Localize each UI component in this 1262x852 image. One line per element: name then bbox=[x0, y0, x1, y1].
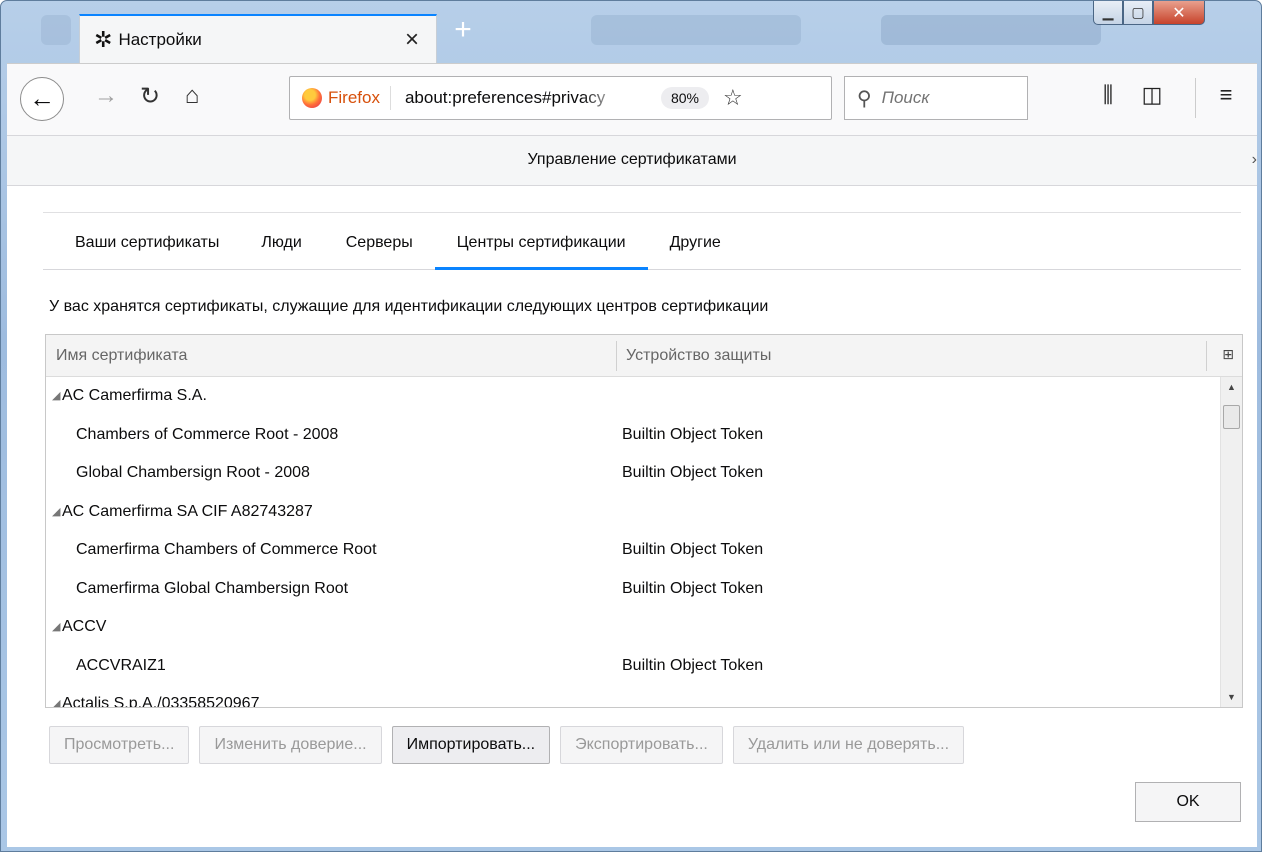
column-header-name[interactable]: Имя сертификата bbox=[56, 335, 187, 377]
description-text: У вас хранятся сертификаты, служащие для… bbox=[49, 298, 769, 315]
navigation-toolbar: ← → ↻ ⌂ Firefox about:preferences#privac… bbox=[7, 63, 1257, 135]
background-decoration bbox=[41, 15, 71, 45]
tab-others[interactable]: Другие bbox=[648, 213, 743, 270]
reload-icon: ↻ bbox=[139, 83, 161, 110]
hamburger-menu-icon[interactable]: ≡ bbox=[1211, 82, 1241, 108]
export-button[interactable]: Экспортировать... bbox=[560, 726, 723, 764]
certificate-tabs: Ваши сертификаты Люди Серверы Центры сер… bbox=[43, 212, 1241, 270]
browser-tab-settings[interactable]: ✲ Настройки × bbox=[79, 14, 437, 64]
twisty-icon[interactable]: ◢ bbox=[52, 608, 60, 646]
view-button[interactable]: Просмотреть... bbox=[49, 726, 190, 764]
edit-trust-button[interactable]: Изменить доверие... bbox=[199, 726, 382, 764]
cert-device: Builtin Object Token bbox=[622, 464, 764, 481]
tree-header: Имя сертификата Устройство защиты ⊞ bbox=[46, 335, 1242, 377]
tab-your-certificates[interactable]: Ваши сертификаты bbox=[43, 213, 239, 270]
cert-name: Global Chambersign Root - 2008 bbox=[76, 464, 310, 481]
new-tab-button[interactable]: + bbox=[447, 15, 479, 47]
tree-row[interactable]: Chambers of Commerce Root - 2008 Builtin… bbox=[46, 416, 1218, 455]
tab-authorities[interactable]: Центры сертификации bbox=[434, 213, 648, 270]
home-icon: ⌂ bbox=[184, 82, 200, 109]
library-icon[interactable]: ⫼ bbox=[1093, 82, 1123, 108]
home-button[interactable]: ⌂ bbox=[177, 82, 207, 110]
identity-label: Firefox bbox=[328, 86, 391, 110]
cert-device: Builtin Object Token bbox=[622, 425, 764, 443]
tab-people[interactable]: Люди bbox=[239, 213, 323, 270]
certificate-tree: Имя сертификата Устройство защиты ⊞ ◢ AC… bbox=[45, 334, 1243, 708]
bookmark-star-icon[interactable]: ☆ bbox=[723, 85, 743, 111]
url-text[interactable]: about:preferences#privacy bbox=[405, 88, 625, 108]
gear-icon: ✲ bbox=[94, 27, 113, 52]
tab-title: Настройки bbox=[118, 30, 202, 49]
search-placeholder: Поиск bbox=[881, 88, 930, 107]
maximize-button[interactable]: ▢ bbox=[1123, 1, 1153, 25]
tree-group-row[interactable]: ◢ AC Camerfirma S.A. bbox=[46, 377, 1218, 416]
scroll-down-arrow-icon[interactable]: ▼ bbox=[1221, 687, 1242, 707]
back-button[interactable]: ← bbox=[20, 77, 64, 121]
tree-group-row[interactable]: ◢ AC Camerfirma SA CIF A82743287 bbox=[46, 493, 1218, 532]
url-bar[interactable]: Firefox about:preferences#privacy 80% ☆ bbox=[289, 76, 832, 120]
twisty-icon[interactable]: ◢ bbox=[52, 377, 60, 415]
twisty-icon[interactable]: ◢ bbox=[52, 493, 60, 531]
dialog-header: Управление сертификатами › bbox=[7, 136, 1257, 186]
forward-button[interactable]: → bbox=[91, 82, 121, 110]
column-picker-icon[interactable]: ⊞ bbox=[1222, 346, 1234, 363]
cert-name: ACCVRAIZ1 bbox=[76, 656, 166, 674]
tab-servers[interactable]: Серверы bbox=[324, 213, 435, 270]
sidebar-icon[interactable]: ◫ bbox=[1137, 82, 1167, 108]
action-buttons: Просмотреть... Изменить доверие... Импор… bbox=[49, 726, 965, 764]
scroll-thumb[interactable] bbox=[1223, 405, 1240, 429]
column-separator[interactable] bbox=[1206, 341, 1207, 371]
close-window-button[interactable]: ✕ bbox=[1153, 1, 1205, 25]
cert-name: ACCV bbox=[62, 618, 107, 635]
tree-row[interactable]: Camerfirma Chambers of Commerce Root Bui… bbox=[46, 531, 1218, 570]
arrow-right-icon: → bbox=[94, 82, 118, 109]
zoom-badge[interactable]: 80% bbox=[660, 87, 709, 109]
cert-device: Builtin Object Token bbox=[622, 656, 764, 674]
window-controls: ▁ ▢ ✕ bbox=[1093, 1, 1205, 31]
tree-group-row[interactable]: ◢ Actalis S.p.A./03358520967 bbox=[46, 685, 1218, 708]
cert-device: Builtin Object Token bbox=[622, 541, 764, 558]
scroll-up-arrow-icon[interactable]: ▲ bbox=[1221, 377, 1242, 397]
dialog-edge: › bbox=[1251, 151, 1257, 168]
toolbar-separator bbox=[1195, 78, 1196, 118]
cert-name: AC Camerfirma S.A. bbox=[62, 387, 207, 404]
reload-button[interactable]: ↻ bbox=[135, 82, 165, 111]
column-header-device[interactable]: Устройство защиты bbox=[626, 335, 771, 377]
tab-strip: ✲ Настройки × + ▁ ▢ ✕ bbox=[1, 1, 1262, 64]
vertical-scrollbar[interactable]: ▲ ▼ bbox=[1220, 377, 1242, 707]
cert-name: Camerfirma Chambers of Commerce Root bbox=[76, 541, 377, 558]
ok-button[interactable]: OK bbox=[1135, 782, 1241, 822]
dialog-page: Управление сертификатами › Ваши сертифик… bbox=[7, 135, 1257, 847]
minimize-button[interactable]: ▁ bbox=[1093, 1, 1123, 25]
tree-row[interactable]: ACCVRAIZ1 Builtin Object Token bbox=[46, 647, 1218, 686]
tree-row[interactable]: Camerfirma Global Chambersign Root Built… bbox=[46, 570, 1218, 609]
browser-window: ✲ Настройки × + ▁ ▢ ✕ ← → ↻ ⌂ Firefox ab… bbox=[0, 0, 1262, 852]
tree-group-row[interactable]: ◢ ACCV bbox=[46, 608, 1218, 647]
firefox-logo-icon bbox=[302, 88, 322, 108]
cert-device: Builtin Object Token bbox=[622, 579, 764, 597]
background-decoration bbox=[591, 15, 801, 45]
cert-name: AC Camerfirma SA CIF A82743287 bbox=[62, 502, 313, 520]
twisty-icon[interactable]: ◢ bbox=[52, 685, 60, 707]
cert-name: Camerfirma Global Chambersign Root bbox=[76, 579, 349, 597]
tree-rows: ◢ AC Camerfirma S.A. Chambers of Commerc… bbox=[46, 377, 1218, 708]
arrow-left-icon: ← bbox=[29, 83, 55, 113]
cert-name: Chambers of Commerce Root - 2008 bbox=[76, 425, 339, 443]
dialog-title: Управление сертификатами bbox=[527, 151, 737, 168]
background-decoration bbox=[881, 15, 1101, 45]
search-bar[interactable]: ⚲ Поиск bbox=[844, 76, 1028, 120]
delete-distrust-button[interactable]: Удалить или не доверять... bbox=[732, 726, 965, 764]
tree-row[interactable]: Global Chambersign Root - 2008 Builtin O… bbox=[46, 454, 1218, 493]
import-button[interactable]: Импортировать... bbox=[391, 726, 551, 764]
tab-close-icon[interactable]: × bbox=[400, 26, 424, 54]
search-icon: ⚲ bbox=[857, 87, 872, 110]
column-separator[interactable] bbox=[616, 341, 617, 371]
cert-name: Actalis S.p.A./03358520967 bbox=[62, 695, 260, 708]
